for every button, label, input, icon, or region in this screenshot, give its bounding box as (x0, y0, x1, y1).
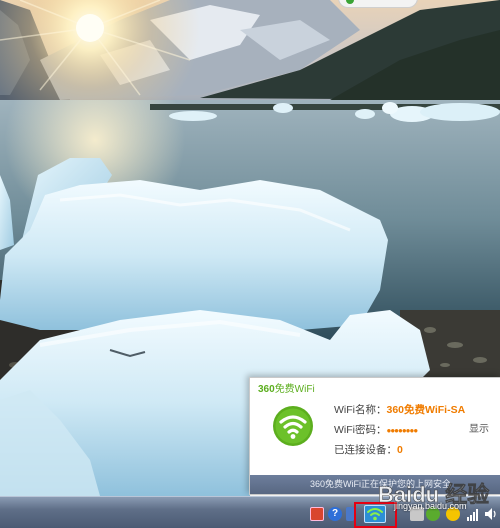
wifi-name-value: 360免费WiFi-SA (386, 404, 466, 416)
wifi-name-row: WiFi名称：360免费WiFi-SA (334, 402, 465, 418)
network-signal-icon[interactable] (466, 507, 480, 521)
popup-logo: 360免费WiFi (258, 383, 315, 397)
wifi-info-popup: 360免费WiFi WiFi名称：360免费WiFi-SA WiFi密码：●●●… (249, 377, 500, 495)
popup-logo-text: 免费WiFi (274, 384, 315, 395)
tray-app-icon[interactable] (310, 507, 324, 521)
watermark-url: jingyan.baidu.com (394, 501, 467, 511)
show-password-link[interactable]: 显示 (469, 422, 489, 438)
volume-icon[interactable] (484, 507, 498, 521)
wifi-signal-icon (273, 406, 313, 446)
popup-footer-text: 360免费WiFi正在保护您的上网安全 (310, 479, 452, 489)
wifi-password-row: WiFi密码：●●●●●●●● (334, 422, 419, 438)
wifi-tray-highlight-box (354, 502, 397, 528)
connected-devices-label: 已连接设备： (334, 444, 397, 456)
connected-devices-value: 0 (397, 444, 403, 456)
wifi-password-value: ●●●●●●●● (386, 426, 419, 435)
wifi-password-label: WiFi密码： (334, 424, 387, 436)
popup-footer: 360免费WiFi正在保护您的上网安全 (250, 475, 500, 494)
tray-help-icon[interactable]: ? (328, 507, 342, 521)
connected-devices-row: 已连接设备：0 (334, 442, 403, 458)
tray-shield-icon[interactable] (346, 507, 354, 521)
wifi-name-label: WiFi名称： (334, 404, 387, 416)
popup-logo-brand: 360 (258, 384, 275, 395)
